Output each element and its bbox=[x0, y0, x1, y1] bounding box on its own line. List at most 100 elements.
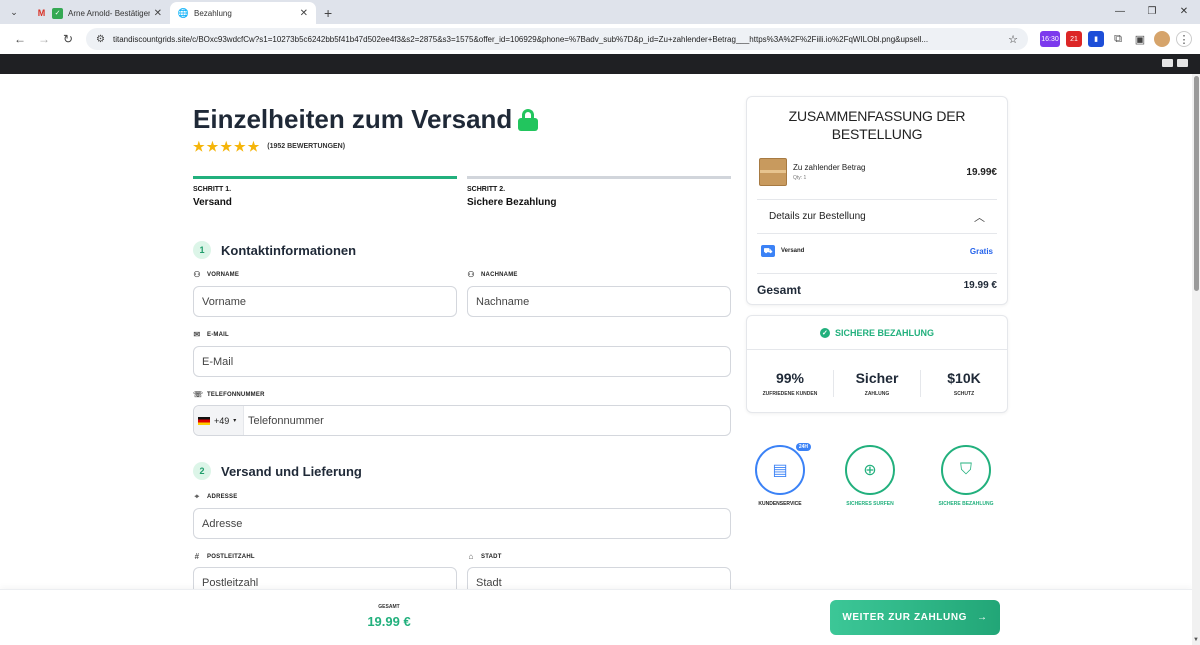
close-tab-icon[interactable]: ✕ bbox=[154, 8, 162, 19]
scroll-down-icon[interactable]: ▼ bbox=[1193, 637, 1199, 643]
back-icon[interactable]: ← bbox=[8, 32, 32, 46]
country-code-select[interactable]: +49 ▾ bbox=[194, 406, 244, 435]
flag-icon bbox=[1162, 59, 1173, 67]
stat-caption: SCHUTZ bbox=[953, 390, 975, 397]
footer-total-value: 19.99 € bbox=[367, 614, 411, 629]
profile-avatar[interactable] bbox=[1154, 31, 1170, 47]
star-icon: ★ bbox=[206, 139, 219, 154]
checkout-page: Einzelheiten zum Versand ★ ★ ★ ★ ★ (1952… bbox=[0, 74, 1200, 645]
footer-total-label: GESAMT bbox=[378, 604, 400, 610]
tab-groups-icon[interactable]: ▣ bbox=[1132, 31, 1148, 47]
page-scrollbar[interactable]: ▼ bbox=[1192, 74, 1200, 645]
restore-icon[interactable]: ❐ bbox=[1136, 0, 1168, 24]
new-tab-button[interactable]: + bbox=[324, 2, 332, 24]
vorname-field[interactable]: Vorname bbox=[193, 286, 457, 317]
mail-icon: ✉ bbox=[193, 330, 201, 339]
extensions: 16:30 21 ▮ ⧉ ▣ ⋮ bbox=[1040, 31, 1192, 47]
extensions-puzzle-icon[interactable]: ⧉ bbox=[1110, 31, 1126, 47]
shield-lock-icon: ⛉ bbox=[941, 445, 991, 495]
url-text: titandiscountgrids.site/c/BOxc93wdcfCw?s… bbox=[112, 34, 929, 44]
item-name: Zu zahlender Betrag bbox=[793, 163, 866, 172]
adresse-field[interactable]: Adresse bbox=[193, 508, 731, 539]
extension-calendar-icon[interactable]: 21 bbox=[1066, 31, 1082, 47]
tab-title: Arne Arnold- Bestätigen Si bbox=[68, 8, 150, 18]
minimize-icon[interactable]: — bbox=[1104, 0, 1136, 24]
item-price: 19.99€ bbox=[966, 166, 997, 178]
site-topbar bbox=[0, 54, 1200, 74]
section-number: 2 bbox=[193, 462, 211, 480]
step-label: SCHRITT 2. bbox=[467, 186, 506, 193]
secure-payment-card: ✓ SICHERE BEZAHLUNG 99% ZUFRIEDENE KUNDE… bbox=[746, 315, 1008, 413]
bookmark-star-icon[interactable]: ☆ bbox=[1008, 33, 1018, 46]
home-icon: ⌂ bbox=[468, 552, 474, 561]
package-icon bbox=[759, 158, 787, 186]
location-pin-icon: ⌖ bbox=[194, 492, 200, 501]
email-field[interactable]: E-Mail bbox=[193, 346, 731, 377]
nachname-label: ⚇ NACHNAME bbox=[467, 270, 518, 279]
phone-field[interactable]: +49 ▾ Telefonnummer bbox=[193, 405, 731, 436]
site-settings-icon[interactable]: ⚙ bbox=[96, 34, 105, 45]
item-qty: Qty: 1 bbox=[793, 175, 807, 181]
badge-caption: KUNDENSERVICE bbox=[758, 501, 802, 507]
step-progress-bar bbox=[193, 176, 457, 179]
check-circle-icon: ✓ bbox=[819, 327, 830, 338]
vorname-label: ⚇ VORNAME bbox=[193, 270, 240, 279]
stat-caption: ZAHLUNG bbox=[864, 390, 890, 397]
summary-title: ZUSAMMENFASSUNG DER BESTELLUNG bbox=[788, 108, 966, 142]
stat-value: Sicher bbox=[855, 369, 899, 386]
close-tab-icon[interactable]: ✕ bbox=[300, 8, 308, 19]
step-name: Sichere Bezahlung bbox=[467, 197, 557, 208]
star-icon: ★ bbox=[220, 139, 232, 154]
step-1: SCHRITT 1. Versand bbox=[193, 176, 457, 208]
star-icon: ★ bbox=[193, 139, 205, 154]
glasses-icon bbox=[1177, 59, 1188, 67]
truck-icon: ⛟ bbox=[761, 245, 775, 257]
order-details-toggle[interactable]: Details zur Bestellung ︿ bbox=[757, 199, 997, 234]
sticky-checkout-bar: GESAMT 19.99 € WEITER ZUR ZAHLUNG → bbox=[0, 589, 1192, 645]
email-label: ✉ E-MAIL bbox=[193, 330, 229, 339]
phone-icon: ☏ bbox=[193, 390, 204, 399]
extension-clock-icon[interactable]: 16:30 bbox=[1040, 31, 1060, 47]
forward-icon[interactable]: → bbox=[32, 32, 56, 46]
step-progress-bar bbox=[467, 176, 731, 179]
stat-payment: Sicher ZAHLUNG bbox=[833, 369, 920, 397]
plz-label: # POSTLEITZAHL bbox=[194, 552, 255, 561]
page-title-text: Einzelheiten zum Versand bbox=[193, 104, 513, 134]
adresse-label: ⌖ ADRESSE bbox=[194, 492, 238, 501]
tab-gmail[interactable]: M ✓ Arne Arnold- Bestätigen Si ✕ bbox=[28, 2, 170, 24]
section-title: Kontaktinformationen bbox=[221, 242, 357, 258]
tab-bezahlung[interactable]: 🌐 Bezahlung ✕ bbox=[170, 2, 316, 24]
star-icon: ★ bbox=[233, 139, 246, 154]
cta-label: WEITER ZUR ZAHLUNG bbox=[842, 612, 968, 623]
tab-search-icon[interactable]: ⌄ bbox=[0, 0, 28, 24]
badge-caption: SICHERES SURFEN bbox=[846, 501, 894, 507]
stat-value: $10K bbox=[947, 369, 981, 386]
badge-safe-browsing: ⊕ SICHERES SURFEN bbox=[830, 445, 910, 507]
close-window-icon[interactable]: ✕ bbox=[1168, 0, 1200, 24]
section-title: Versand und Lieferung bbox=[221, 463, 362, 479]
star-icon: ★ bbox=[247, 139, 260, 154]
section-number: 1 bbox=[193, 241, 211, 259]
url-field[interactable]: ⚙ titandiscountgrids.site/c/BOxc93wdcfCw… bbox=[86, 28, 1028, 50]
tab-title: Bezahlung bbox=[194, 8, 232, 18]
window-controls: — ❐ ✕ bbox=[1104, 0, 1200, 24]
lock-icon bbox=[518, 108, 539, 131]
rating-count: (1952 BEWERTUNGEN) bbox=[267, 143, 346, 150]
rating: ★ ★ ★ ★ ★ (1952 BEWERTUNGEN) bbox=[193, 140, 345, 153]
menu-kebab-icon[interactable]: ⋮ bbox=[1176, 31, 1192, 47]
users-icon: ⚇ bbox=[467, 270, 475, 279]
stat-caption: ZUFRIEDENE KUNDEN bbox=[762, 390, 818, 397]
continue-to-payment-button[interactable]: WEITER ZUR ZAHLUNG → bbox=[830, 600, 1000, 635]
nachname-field[interactable]: Nachname bbox=[467, 286, 731, 317]
checkout-steps: SCHRITT 1. Versand SCHRITT 2. Sichere Be… bbox=[193, 176, 731, 208]
germany-flag-icon bbox=[198, 416, 210, 425]
tab-strip: ⌄ M ✓ Arne Arnold- Bestätigen Si ✕ 🌐 Bez… bbox=[0, 0, 1200, 24]
extension-icon[interactable]: ▮ bbox=[1088, 31, 1104, 47]
total-value: 19.99 € bbox=[963, 280, 997, 291]
scrollbar-thumb[interactable] bbox=[1194, 76, 1199, 291]
footer-total: GESAMT 19.99 € bbox=[360, 604, 418, 629]
step-name: Versand bbox=[193, 197, 232, 208]
section-shipping: 2 Versand und Lieferung bbox=[193, 462, 362, 480]
reload-icon[interactable]: ↻ bbox=[56, 32, 80, 46]
stat-protection: $10K SCHUTZ bbox=[920, 369, 1007, 397]
